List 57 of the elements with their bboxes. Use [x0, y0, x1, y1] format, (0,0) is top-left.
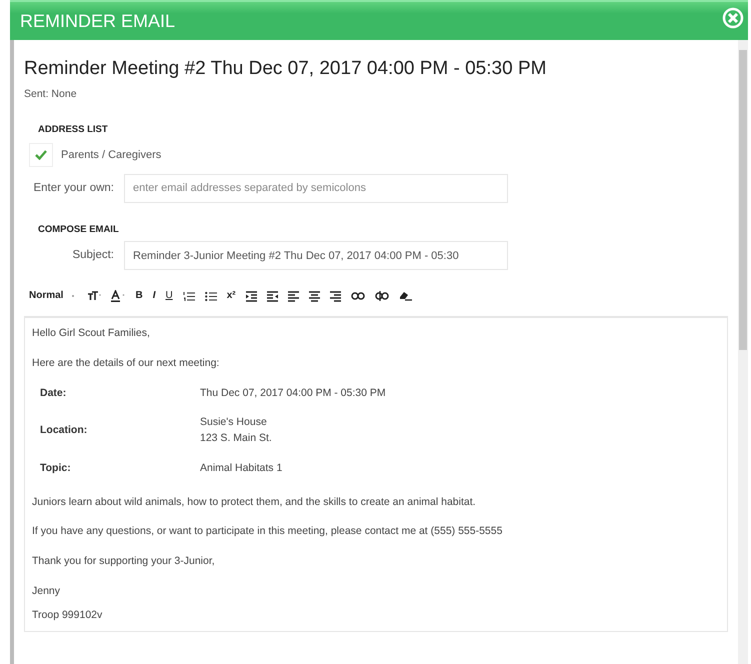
outdent-icon: [266, 290, 278, 302]
detail-value: Thu Dec 07, 2017 04:00 PM - 05:30 PM: [200, 386, 387, 401]
paragraph-style-dropdown[interactable]: Normal: [29, 291, 78, 302]
body-text: Juniors learn about wild animals, how to protect them, and the skills to create an animal habitat.: [32, 494, 477, 510]
indent-icon: [246, 290, 257, 302]
link-icon: [350, 292, 365, 300]
field-label: Enter your own:: [32, 180, 115, 196]
align-left-icon: [288, 290, 299, 302]
field-label: Subject:: [71, 248, 115, 263]
detail-value: Animal Habitats 1: [200, 460, 284, 476]
body-text: Here are the details of our next meeting:: [32, 356, 220, 371]
italic-button[interactable]: I: [152, 291, 156, 302]
text-color-button[interactable]: [111, 290, 126, 302]
align-center-button[interactable]: [308, 290, 320, 302]
email-heading: Reminder Meeting #2 Thu Dec 07, 2017 04:00 PM - 05:30 PM: [24, 58, 548, 81]
outdent-button[interactable]: [266, 290, 278, 302]
underline-button[interactable]: U: [165, 291, 173, 302]
section-heading: COMPOSE EMAIL: [38, 222, 120, 237]
superscript-button[interactable]: x²: [226, 291, 236, 302]
text-size-icon: [87, 291, 102, 302]
section-heading: ADDRESS LIST: [38, 122, 109, 137]
link-button[interactable]: [350, 292, 365, 300]
bold-button[interactable]: B: [135, 291, 143, 302]
email-address-field[interactable]: enter email addresses separated by semicolons: [124, 174, 508, 203]
indent-button[interactable]: [246, 290, 257, 302]
detail-label: Location:: [40, 423, 88, 438]
bullet-list-button[interactable]: [204, 290, 217, 302]
align-left-button[interactable]: [288, 290, 299, 302]
sent-status: Sent: None: [24, 86, 78, 102]
scrollbar-thumb[interactable]: [739, 50, 747, 350]
align-right-icon: [330, 290, 341, 302]
checkmark-icon: [35, 150, 47, 160]
eraser-button[interactable]: [398, 291, 412, 302]
unlink-button[interactable]: [374, 291, 389, 302]
detail-label: Topic:: [40, 460, 72, 476]
body-text: Thank you for supporting your 3-Junior,: [32, 554, 216, 570]
window-title: REMINDER EMAIL: [20, 10, 176, 32]
subject-field[interactable]: Reminder 3-Junior Meeting #2 Thu Dec 07, 2017 04:00 PM - 05:30: [124, 241, 508, 270]
signature-line: Troop 999102v: [32, 608, 104, 623]
numbered-list-button[interactable]: [182, 290, 195, 302]
scrollbar[interactable]: [738, 40, 748, 664]
unlink-icon: [374, 291, 389, 302]
close-icon: [722, 6, 744, 29]
bullet-list-icon: [204, 290, 217, 302]
body-text: Hello Girl Scout Families,: [32, 326, 151, 342]
text-color-icon: [111, 290, 126, 302]
detail-label: Date:: [40, 386, 68, 401]
align-right-button[interactable]: [330, 290, 341, 302]
eraser-icon: [398, 291, 412, 302]
body-text: If you have any questions, or want to participate in this meeting, please contact me at (555) 555-5555: [32, 524, 504, 540]
text-size-button[interactable]: [87, 291, 102, 302]
detail-value: Susie's House 123 S. Main St.: [200, 415, 273, 446]
checkbox-label: Parents / Caregivers: [61, 148, 162, 163]
numbered-list-icon: [182, 290, 195, 302]
signature-line: Jenny: [32, 584, 62, 599]
align-center-icon: [308, 290, 320, 302]
checkbox[interactable]: [29, 142, 53, 167]
